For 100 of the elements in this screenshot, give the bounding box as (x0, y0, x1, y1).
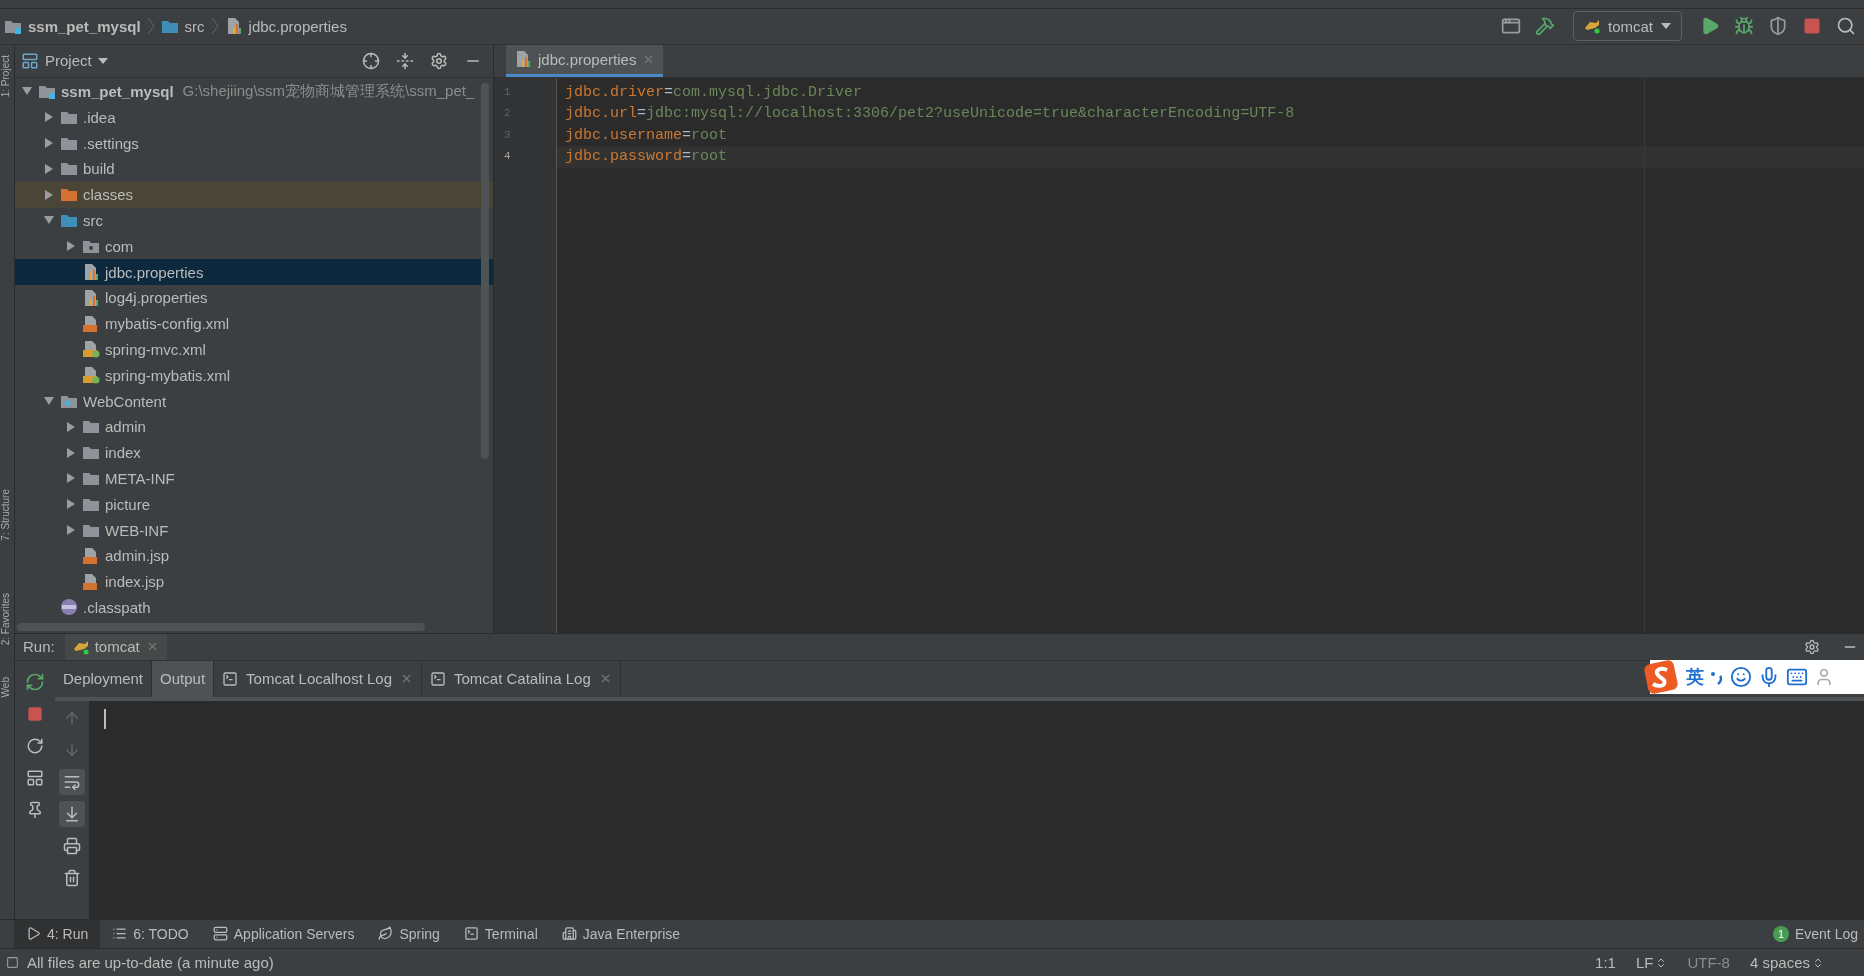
collapsed-arrow-icon[interactable] (43, 111, 55, 124)
side-tool-tab[interactable]: Web (0, 670, 14, 704)
tree-item-label: index (105, 444, 141, 462)
play-icon (26, 926, 41, 942)
code-line: jdbc.username=root (564, 125, 729, 146)
tree-item[interactable]: index.jsp (15, 568, 493, 595)
console-tab[interactable]: Tomcat Localhost Log (214, 660, 422, 697)
tree-item[interactable]: index (15, 439, 493, 466)
user-icon[interactable] (1814, 667, 1834, 687)
line-separator[interactable]: LF (1635, 954, 1668, 972)
tree-item-label: .idea (83, 108, 116, 126)
tree-item-label: .settings (83, 134, 139, 152)
tree-item[interactable]: admin (15, 413, 493, 440)
caret-position[interactable]: 1:1 (1595, 954, 1616, 972)
console-tab[interactable]: Tomcat Catalina Log (422, 660, 621, 697)
soft-wrap-icon[interactable] (59, 768, 85, 795)
tool-window-tab[interactable]: Java Enterprise (549, 919, 693, 949)
tool-window-tab[interactable]: Spring (366, 919, 452, 949)
terminal-icon (463, 926, 479, 942)
breadcrumb-item[interactable]: jdbc.properties (248, 17, 347, 35)
side-tool-tab[interactable]: 2: Favorites (0, 586, 14, 651)
expanded-arrow-icon[interactable] (43, 395, 55, 407)
tree-item-label: ssm_pet_mysql (61, 82, 174, 100)
tree-item[interactable]: src (15, 207, 493, 234)
collapsed-arrow-icon[interactable] (65, 446, 77, 459)
side-tool-tab[interactable]: 7: Structure (0, 482, 14, 547)
collapsed-arrow-icon[interactable] (43, 137, 55, 150)
status-icon[interactable] (6, 956, 19, 970)
breadcrumb-item[interactable]: ssm_pet_mysql (28, 17, 141, 35)
tree-item[interactable]: picture (15, 491, 493, 518)
folder-icon (82, 470, 100, 486)
indent-setting[interactable]: 4 spaces (1749, 954, 1824, 972)
tree-item[interactable]: ssm_pet_mysql G:\shejiing\ssm宠物商城管理系统\ssm_pet_ (15, 78, 493, 105)
folder-icon (60, 187, 78, 203)
tree-item-label: admin.jsp (105, 547, 170, 565)
tree-item-label: index.jsp (105, 573, 165, 591)
collapsed-arrow-icon[interactable] (65, 524, 77, 536)
scrollbar[interactable] (481, 82, 489, 459)
terminal-icon (430, 670, 446, 687)
run-tab[interactable]: tomcat (64, 633, 167, 660)
line-number: 4 (503, 149, 512, 165)
editor-tab[interactable]: jdbc.properties (506, 44, 664, 77)
caret-icon[interactable] (97, 57, 108, 64)
tree-item[interactable]: com (15, 233, 493, 260)
tree-item[interactable]: .idea (15, 104, 493, 131)
tree-item[interactable]: spring-mvc.xml (15, 336, 493, 363)
panel-title[interactable]: Project (45, 52, 92, 70)
tree-item[interactable]: classes (15, 181, 493, 208)
tree-item-label: build (83, 160, 115, 178)
folder-icon (60, 161, 78, 177)
properties-file-icon (82, 263, 100, 282)
collapsed-arrow-icon[interactable] (65, 420, 77, 433)
collapsed-arrow-icon[interactable] (65, 498, 77, 511)
breadcrumb-item[interactable]: src (184, 17, 205, 35)
terminal-icon (222, 670, 239, 687)
properties-file-icon (82, 288, 100, 307)
caret-icon (1661, 23, 1671, 30)
collapsed-arrow-icon[interactable] (43, 188, 55, 201)
project-path: G:\shejiing\ssm宠物商城管理系统\ssm_pet_ (182, 81, 475, 101)
tree-item[interactable]: .classpath (15, 594, 493, 621)
classpath-icon (60, 598, 78, 617)
tool-window-tab[interactable]: 4: Run (14, 919, 101, 949)
tree-item-label: classes (83, 186, 134, 204)
console-tab[interactable]: Output (152, 660, 215, 697)
keyboard-icon[interactable] (1786, 666, 1808, 688)
list-icon (112, 926, 128, 942)
updown-icon (1812, 956, 1824, 969)
tree-item[interactable]: mybatis-config.xml (15, 310, 493, 337)
tree-item[interactable]: jdbc.properties (15, 259, 493, 285)
collapsed-arrow-icon[interactable] (65, 240, 77, 253)
collapsed-arrow-icon[interactable] (65, 472, 77, 485)
tool-window-tab[interactable]: Terminal (451, 919, 550, 949)
chevron-icon (210, 16, 219, 37)
tree-item[interactable]: spring-mybatis.xml (15, 362, 493, 389)
side-tool-tab[interactable]: 1: Project (0, 48, 14, 103)
tool-window-tab[interactable]: 6: TODO (100, 919, 201, 949)
xml-file-icon (82, 340, 100, 359)
tree-item[interactable]: .settings (15, 130, 493, 156)
tree-item[interactable]: META-INF (15, 465, 493, 492)
tree-item-label: jdbc.properties (105, 263, 204, 281)
tree-item[interactable]: WebContent (15, 388, 493, 414)
scroll-to-end-icon[interactable] (59, 800, 85, 827)
tree-item[interactable]: build (15, 155, 493, 182)
tree-item-label: spring-mybatis.xml (105, 366, 231, 384)
run-config-dropdown[interactable]: tomcat (1573, 11, 1682, 42)
tree-item[interactable]: admin.jsp (15, 542, 493, 569)
tree-item[interactable]: log4j.properties (15, 284, 493, 311)
panel-icon (21, 51, 39, 70)
input-mode-toggle[interactable]: 英 (1686, 665, 1704, 689)
tool-window-tab[interactable]: Application Servers (200, 919, 367, 949)
server-icon (212, 926, 228, 942)
leaf-icon (378, 926, 394, 942)
emoji-icon[interactable] (1730, 666, 1752, 688)
tree-item-label: log4j.properties (105, 289, 208, 307)
folder-icon (60, 109, 78, 125)
collapsed-arrow-icon[interactable] (43, 162, 55, 175)
tree-item-label: spring-mvc.xml (105, 340, 206, 358)
file-encoding[interactable]: UTF-8 (1687, 954, 1730, 972)
event-log-button[interactable]: 1 Event Log (1772, 925, 1864, 942)
tree-item[interactable]: WEB-INF (15, 517, 493, 543)
